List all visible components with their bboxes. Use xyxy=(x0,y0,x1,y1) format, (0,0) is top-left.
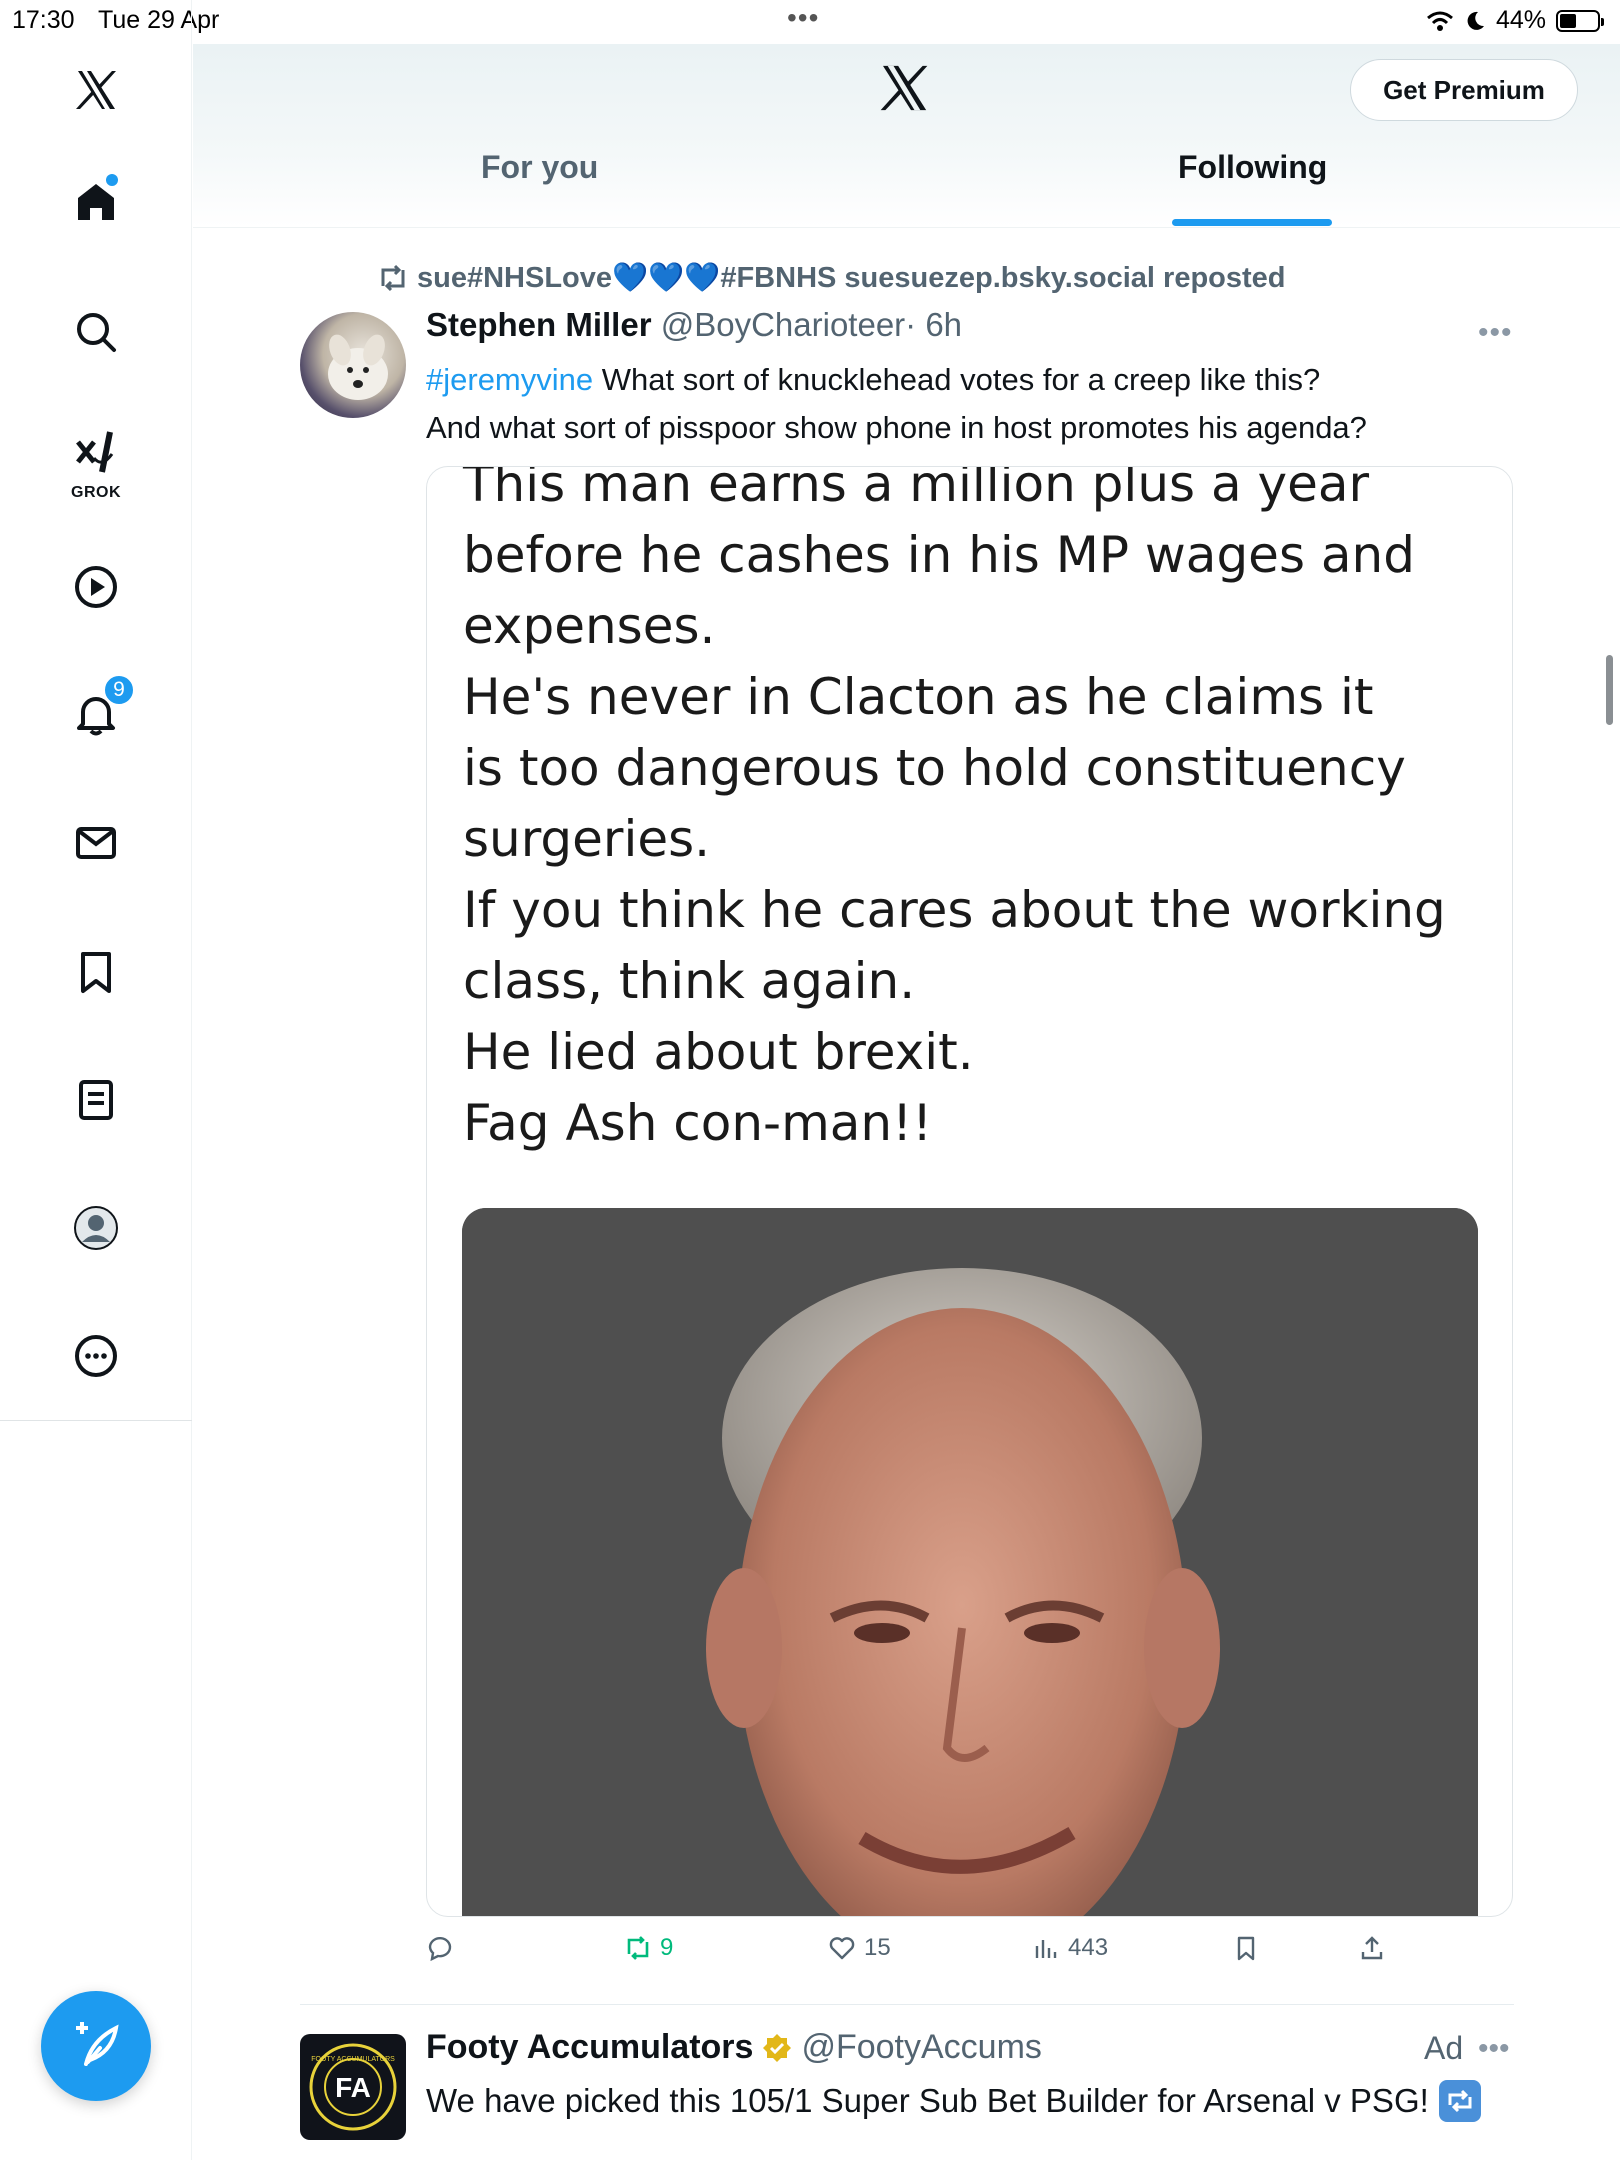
sidebar-item-search[interactable] xyxy=(62,298,130,366)
media-text-line: He's never in Clacton as he claims it xyxy=(463,668,1374,726)
compose-icon xyxy=(76,2022,119,2066)
tab-for-you[interactable]: For you xyxy=(481,149,598,186)
get-premium-button[interactable]: Get Premium xyxy=(1350,59,1578,121)
sidebar-x-logo[interactable] xyxy=(62,56,130,124)
ad-author-handle[interactable]: @FootyAccums xyxy=(801,2028,1041,2067)
more-circle-icon xyxy=(75,1335,117,1377)
media-text-line: expenses. xyxy=(463,597,716,655)
list-icon xyxy=(79,1080,113,1120)
like-button[interactable]: 15 xyxy=(828,1934,891,1962)
author-avatar[interactable] xyxy=(300,312,406,418)
media-text-line: class, think again. xyxy=(463,952,916,1010)
retweet-count: 9 xyxy=(660,1934,674,1961)
notification-count-badge: 9 xyxy=(103,674,135,706)
battery-icon xyxy=(1556,9,1604,32)
repeat-emoji-icon xyxy=(1438,2080,1481,2122)
tab-following[interactable]: Following xyxy=(1178,149,1327,186)
status-indicators: 44% xyxy=(1426,6,1604,35)
moon-icon xyxy=(1467,11,1484,30)
grok-label: GROK xyxy=(71,484,121,501)
sidebar-item-notifications[interactable]: 9 xyxy=(62,674,135,748)
ad-avatar[interactable]: FOOTY ACCUMULATORS FA xyxy=(300,2034,406,2140)
media-text-line: He lied about brexit. xyxy=(463,1023,974,1081)
compose-button[interactable] xyxy=(41,1991,151,2101)
retweet-icon xyxy=(381,264,405,292)
media-text-line: before he cashes in his MP wages and xyxy=(463,526,1415,584)
media-text-block: This man earns a million plus a year bef… xyxy=(463,466,1483,1159)
tweet-divider xyxy=(300,2004,1514,2005)
sidebar-nav: GROK 9 xyxy=(0,0,192,2160)
sidebar-item-lists[interactable] xyxy=(62,1066,130,1134)
tweet-text: #jeremyvine What sort of knucklehead vot… xyxy=(426,356,1506,452)
views-chart-icon xyxy=(1035,1940,1057,1958)
video-play-icon xyxy=(75,566,117,608)
tweet-more-icon[interactable]: ••• xyxy=(1478,316,1513,350)
x-logo-icon[interactable] xyxy=(876,60,932,116)
scroll-indicator[interactable] xyxy=(1606,655,1613,725)
sidebar-item-grok[interactable]: GROK xyxy=(62,424,130,501)
profile-icon xyxy=(74,1206,118,1250)
like-count: 15 xyxy=(864,1934,891,1961)
svg-text:FOOTY ACCUMULATORS: FOOTY ACCUMULATORS xyxy=(311,2056,395,2063)
media-text-line: Fag Ash con-man!! xyxy=(463,1094,933,1152)
multitasking-dots-icon[interactable]: ••• xyxy=(787,2,819,34)
sidebar-item-video[interactable] xyxy=(62,553,130,621)
tweet-author[interactable]: Stephen Miller @BoyCharioteer· 6h xyxy=(426,306,962,344)
heart-icon xyxy=(829,1937,855,1960)
wifi-icon xyxy=(1426,11,1453,31)
share-button[interactable] xyxy=(1358,1934,1386,1962)
media-text-line: If you think he cares about the working xyxy=(463,881,1446,939)
sidebar-divider xyxy=(0,1420,192,1421)
tweet-media[interactable]: This man earns a million plus a year bef… xyxy=(426,466,1513,1917)
share-icon xyxy=(1361,1936,1383,1960)
portrait-photo xyxy=(462,1208,1478,1916)
dog-avatar-image xyxy=(328,334,388,400)
views-button[interactable]: 443 xyxy=(1032,1934,1108,1962)
sidebar-item-bookmarks[interactable] xyxy=(62,938,130,1006)
tweet-text-line-1: What sort of knucklehead votes for a cre… xyxy=(593,362,1321,397)
ad-author-name[interactable]: Footy Accumulators xyxy=(426,2028,753,2067)
repost-text: sue#NHSLove💙💙💙#FBNHS suesuezep.bsky.soci… xyxy=(417,262,1286,294)
author-handle[interactable]: @BoyCharioteer xyxy=(661,306,905,343)
mail-icon xyxy=(76,827,116,859)
timeline-header: Get Premium For you Following xyxy=(193,44,1620,228)
footy-accumulators-logo-icon: FOOTY ACCUMULATORS FA xyxy=(309,2043,397,2131)
svg-text:FA: FA xyxy=(335,2072,371,2103)
grok-icon xyxy=(76,431,114,473)
tweet-text-line-2: And what sort of pisspoor show phone in … xyxy=(426,410,1367,445)
view-count: 443 xyxy=(1068,1934,1109,1961)
x-logo-icon xyxy=(76,71,116,109)
search-icon xyxy=(77,313,116,352)
ad-author[interactable]: Footy Accumulators @FootyAccums xyxy=(426,2028,1042,2067)
ad-text-body: We have picked this 105/1 Super Sub Bet … xyxy=(426,2082,1429,2119)
media-text-line: This man earns a million plus a year xyxy=(463,466,1370,513)
repost-context: sue#NHSLove💙💙💙#FBNHS suesuezep.bsky.soci… xyxy=(377,261,1286,295)
retweet-icon xyxy=(627,1936,649,1960)
active-tab-indicator xyxy=(1172,219,1332,226)
reply-icon xyxy=(428,1936,452,1962)
reply-button[interactable] xyxy=(426,1934,454,1962)
sidebar-item-more[interactable] xyxy=(62,1322,130,1390)
hashtag-link[interactable]: #jeremyvine xyxy=(426,362,593,397)
sidebar-item-home[interactable] xyxy=(62,168,130,236)
sidebar-item-messages[interactable] xyxy=(62,809,130,877)
sidebar-item-profile[interactable] xyxy=(62,1194,130,1262)
author-name[interactable]: Stephen Miller xyxy=(426,306,652,343)
bookmark-icon xyxy=(1237,1936,1255,1961)
ad-text: We have picked this 105/1 Super Sub Bet … xyxy=(426,2080,1481,2122)
status-bar: 17:30 Tue 29 Apr ••• 44% xyxy=(0,0,1620,44)
home-notification-dot xyxy=(106,174,118,186)
bookmark-button[interactable] xyxy=(1232,1934,1260,1962)
retweet-button[interactable]: 9 xyxy=(624,1934,673,1962)
bookmark-icon xyxy=(81,952,111,993)
battery-percent: 44% xyxy=(1495,6,1546,34)
verified-badge-icon xyxy=(763,2033,792,2062)
tweet-actions: 9 15 443 xyxy=(426,1934,1516,1974)
media-text-line: is too dangerous to hold constituency xyxy=(463,739,1406,797)
ad-more-icon[interactable]: ••• xyxy=(1478,2032,1510,2066)
ad-label: Ad xyxy=(1424,2030,1464,2066)
man-portrait-image xyxy=(462,1208,1478,1916)
media-text-line: surgeries. xyxy=(463,810,711,868)
tweet-age[interactable]: · 6h xyxy=(905,306,962,343)
